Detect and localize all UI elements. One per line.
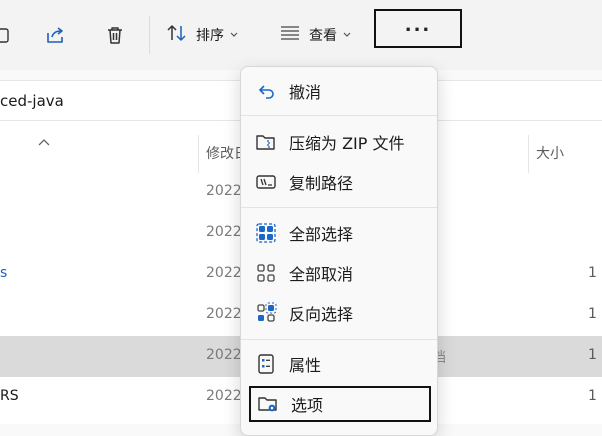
menu-item-select-all[interactable]: 全部选择 — [249, 215, 431, 251]
see-more-menu: 撤消 压缩为 ZIP 文件 复制路径 全部选择 全部取消 反向选择 属性 选项 — [240, 66, 438, 436]
toolbar-separator — [149, 16, 150, 54]
file-size: 1 — [588, 347, 597, 363]
menu-item-options[interactable]: 选项 — [249, 386, 431, 422]
chevron-down-icon — [230, 32, 238, 38]
menu-item-label: 全部选择 — [289, 225, 354, 244]
file-size: 1 — [588, 388, 597, 404]
copy-icon[interactable] — [0, 23, 14, 47]
file-name: s — [0, 265, 8, 281]
invert-selection-icon — [255, 302, 277, 324]
menu-separator — [241, 339, 437, 340]
menu-item-properties[interactable]: 属性 — [249, 346, 431, 382]
menu-item-label: 复制路径 — [289, 174, 354, 193]
menu-item-select-none[interactable]: 全部取消 — [249, 255, 431, 291]
share-icon[interactable] — [43, 23, 67, 47]
sort-label: 排序 — [196, 28, 224, 44]
file-size: 1 — [588, 265, 597, 281]
zip-folder-icon — [255, 131, 277, 153]
menu-item-invert-selection[interactable]: 反向选择 — [249, 295, 431, 331]
menu-item-copy-path[interactable]: 复制路径 — [249, 164, 431, 200]
select-none-icon — [255, 262, 277, 284]
menu-item-label: 选项 — [291, 396, 324, 415]
file-date: 2022 — [206, 347, 242, 363]
undo-icon — [255, 80, 277, 102]
sort-button[interactable]: 排序 — [166, 23, 238, 47]
see-more-button[interactable]: ... — [374, 9, 462, 48]
file-date: 2022 — [206, 224, 242, 240]
menu-item-label: 撤消 — [289, 83, 322, 102]
column-header-size[interactable]: 大小 — [536, 143, 564, 163]
file-date: 2022 — [206, 265, 242, 281]
file-name: RS — [0, 388, 19, 404]
copy-path-icon — [255, 171, 277, 193]
chevron-down-icon — [343, 32, 351, 38]
address-path: ced-java — [0, 92, 64, 110]
folder-options-icon — [257, 393, 279, 415]
column-divider[interactable] — [198, 135, 199, 173]
properties-icon — [255, 353, 277, 375]
menu-separator — [241, 207, 437, 208]
command-bar: 排序 查看 ... — [0, 0, 602, 70]
file-date: 2022 — [206, 388, 242, 404]
menu-separator — [241, 115, 437, 116]
sort-ascending-icon[interactable] — [38, 131, 50, 150]
more-icon: ... — [404, 14, 432, 36]
view-label: 查看 — [309, 28, 337, 44]
column-divider[interactable] — [528, 135, 529, 173]
view-button[interactable]: 查看 — [279, 23, 351, 47]
file-size: 1 — [588, 306, 597, 322]
file-date: 2022 — [206, 183, 242, 199]
view-icon — [279, 24, 301, 46]
menu-item-label: 全部取消 — [289, 265, 354, 284]
menu-item-label: 属性 — [289, 356, 322, 375]
menu-item-undo[interactable]: 撤消 — [249, 73, 431, 109]
menu-item-label: 压缩为 ZIP 文件 — [289, 134, 405, 153]
menu-item-label: 反向选择 — [289, 305, 354, 324]
sort-icon — [166, 23, 188, 47]
file-date: 2022 — [206, 306, 242, 322]
menu-item-compress-zip[interactable]: 压缩为 ZIP 文件 — [249, 124, 431, 160]
select-all-icon — [255, 222, 277, 244]
delete-icon[interactable] — [103, 23, 127, 47]
